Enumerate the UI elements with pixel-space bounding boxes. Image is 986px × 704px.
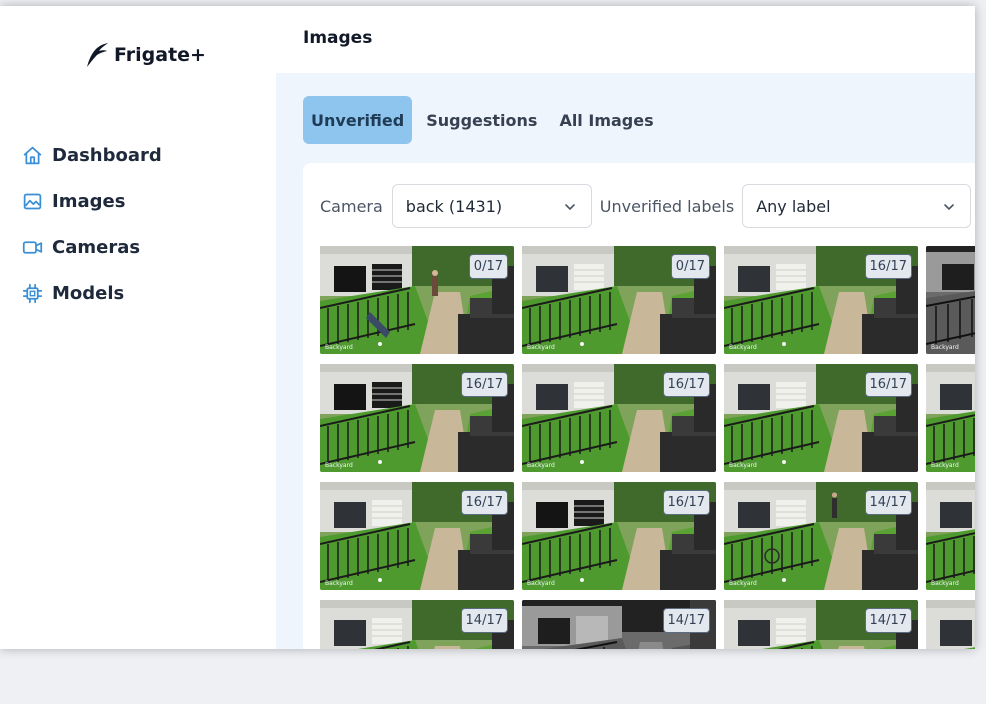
image-thumbnail[interactable]: Backyard 14/17: [724, 482, 918, 590]
home-icon: [23, 146, 42, 164]
image-tabs: Unverified Suggestions All Images: [303, 96, 662, 144]
image-thumbnail[interactable]: Backyard: [926, 482, 975, 590]
nav-item-label: Dashboard: [52, 144, 162, 166]
verification-count-badge: 0/17: [670, 254, 710, 279]
camera-snapshot-image: [926, 600, 975, 649]
camera-caption: Backyard: [931, 580, 959, 587]
sidebar-nav: Dashboard Images Cameras Models: [22, 132, 162, 316]
camera-snapshot-image: [926, 482, 975, 590]
image-thumbnail[interactable]: Backyard 16/17: [724, 364, 918, 472]
camera-caption: Backyard: [729, 462, 757, 469]
camera-caption: Backyard: [325, 344, 353, 351]
image-thumbnail[interactable]: Backyard 16/17: [320, 482, 514, 590]
camera-caption: Backyard: [729, 580, 757, 587]
nav-item-images[interactable]: Images: [22, 178, 162, 224]
camera-select-value: back (1431): [405, 196, 503, 216]
main-area: Images Unverified Suggestions All Images…: [276, 6, 975, 649]
camera-caption: Backyard: [931, 344, 959, 351]
chevron-down-icon: [564, 204, 575, 211]
camera-caption: Backyard: [527, 580, 555, 587]
camera-snapshot-image: [926, 246, 975, 354]
tab-unverified[interactable]: Unverified: [303, 96, 413, 144]
verification-count-badge: 16/17: [662, 490, 710, 515]
nav-item-label: Models: [52, 282, 125, 304]
image-thumbnail[interactable]: Backyard 0/17: [522, 246, 716, 354]
camera-icon: [22, 240, 43, 254]
chevron-down-icon: [944, 204, 954, 211]
camera-caption: Backyard: [527, 344, 555, 351]
verification-count-badge: 14/17: [864, 490, 912, 515]
camera-snapshot-image: [926, 364, 975, 472]
verification-count-badge: 14/17: [864, 608, 912, 633]
image-thumbnail[interactable]: Backyard 16/17: [724, 246, 918, 354]
image-thumbnail[interactable]: Backyard 16/17: [320, 364, 514, 472]
verification-count-badge: 16/17: [864, 372, 912, 397]
images-panel: Camera back (1431) Unverified labels Any…: [303, 163, 975, 649]
app-name: Frigate+: [114, 44, 206, 66]
verification-count-badge: 16/17: [662, 372, 710, 397]
labels-select[interactable]: Any label: [742, 184, 972, 228]
image-thumbnail[interactable]: Backyard 16/17: [522, 482, 716, 590]
image-thumbnail[interactable]: Backyard: [926, 364, 975, 472]
tab-all-images[interactable]: All Images: [551, 96, 661, 144]
camera-filter-label: Camera: [320, 196, 383, 216]
image-thumbnail[interactable]: Backyard: [926, 246, 975, 354]
image-thumbnail[interactable]: Backyard: [926, 600, 975, 649]
filter-bar: Camera back (1431) Unverified labels Any…: [320, 184, 972, 228]
image-grid: Backyard 0/17 Backyard 0/17 Backyard 16/…: [320, 246, 975, 649]
bird-logo-icon: [87, 43, 108, 67]
nav-item-cameras[interactable]: Cameras: [22, 224, 162, 270]
camera-caption: Backyard: [325, 462, 353, 469]
verification-count-badge: 16/17: [864, 254, 912, 279]
image-thumbnail[interactable]: Backyard 16/17: [522, 364, 716, 472]
page-title: Images: [303, 28, 373, 48]
camera-caption: Backyard: [729, 344, 757, 351]
verification-count-badge: 14/17: [460, 608, 508, 633]
app-logo[interactable]: Frigate+: [82, 40, 206, 70]
image-icon: [23, 193, 42, 209]
nav-item-dashboard[interactable]: Dashboard: [22, 132, 162, 178]
image-thumbnail[interactable]: Backyard 0/17: [320, 246, 514, 354]
camera-caption: Backyard: [325, 580, 353, 587]
labels-select-value: Any label: [756, 196, 831, 216]
sidebar: Frigate+ Dashboard Images Cameras Models: [0, 6, 276, 649]
nav-item-label: Cameras: [52, 236, 141, 258]
nav-item-label: Images: [52, 190, 126, 212]
camera-caption: Backyard: [931, 462, 959, 469]
image-thumbnail[interactable]: Backyard14/17: [724, 600, 918, 649]
camera-caption: Backyard: [527, 462, 555, 469]
app-window: Frigate+ Dashboard Images Cameras Models…: [0, 6, 975, 649]
image-thumbnail[interactable]: Backyard14/17: [320, 600, 514, 649]
verification-count-badge: 16/17: [460, 372, 508, 397]
content-area: Unverified Suggestions All Images Camera…: [276, 73, 975, 649]
chip-icon: [22, 283, 43, 303]
tab-suggestions[interactable]: Suggestions: [418, 96, 545, 144]
labels-filter-label: Unverified labels: [599, 196, 735, 216]
nav-item-models[interactable]: Models: [22, 270, 162, 316]
verification-count-badge: 0/17: [468, 254, 508, 279]
verification-count-badge: 14/17: [662, 608, 710, 633]
camera-select[interactable]: back (1431): [391, 184, 592, 228]
verification-count-badge: 16/17: [460, 490, 508, 515]
image-thumbnail[interactable]: Backyard14/17: [522, 600, 716, 649]
header: Images: [276, 6, 975, 73]
